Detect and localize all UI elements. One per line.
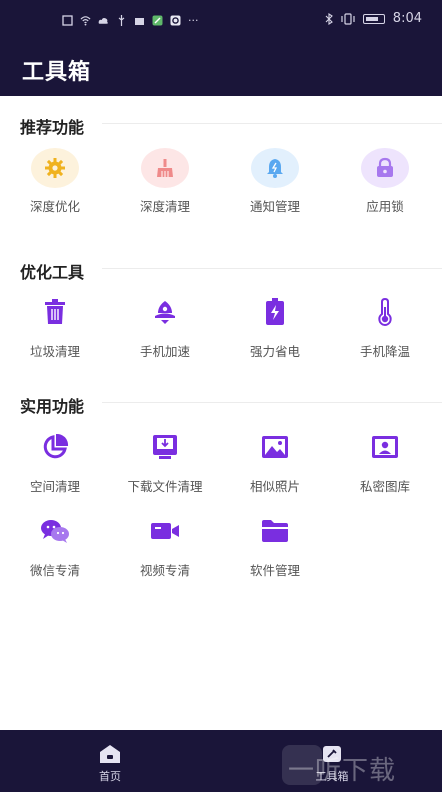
tool-label: 手机加速 — [139, 344, 190, 359]
folder-icon — [250, 510, 300, 552]
camera-status-icon — [170, 15, 181, 25]
tool-notification-manage[interactable]: 通知管理 — [220, 148, 330, 215]
broom-icon — [141, 148, 189, 188]
lock-icon — [361, 148, 409, 188]
tool-label: 应用锁 — [366, 199, 404, 214]
tool-space-clean[interactable]: 空间清理 — [0, 426, 110, 495]
tool-label: 强力省电 — [249, 344, 300, 359]
tool-label: 通知管理 — [249, 199, 300, 214]
battery-bolt-icon — [250, 291, 300, 333]
tool-download-clean[interactable]: 下载文件清理 — [110, 426, 220, 495]
tool-private-gallery[interactable]: 私密图库 — [330, 426, 440, 495]
notification-icon — [62, 14, 73, 26]
tool-label: 深度清理 — [139, 199, 190, 214]
cloud-icon — [98, 17, 108, 24]
rocket-icon — [140, 291, 190, 333]
status-icons-right: 8:04 — [325, 11, 422, 26]
tool-deep-clean[interactable]: 深度清理 — [110, 148, 220, 215]
download-icon — [140, 426, 190, 468]
bell-icon — [251, 148, 299, 188]
section-divider — [102, 123, 442, 124]
section-divider — [102, 268, 442, 269]
tool-power-save[interactable]: 强力省电 — [220, 291, 330, 360]
usb-icon — [118, 14, 125, 26]
tool-deep-optimize[interactable]: 深度优化 — [0, 148, 110, 215]
app-header: 工具箱 — [0, 40, 442, 96]
tool-label: 手机降温 — [359, 344, 410, 359]
status-time: 8:04 — [392, 11, 422, 26]
tool-junk-clean[interactable]: 垃圾清理 — [0, 291, 110, 360]
pie-chart-icon — [30, 426, 80, 468]
tool-similar-photos[interactable]: 相似照片 — [220, 426, 330, 495]
tool-video-clean[interactable]: 视频专清 — [110, 510, 220, 579]
thermometer-icon — [360, 291, 410, 333]
vibrate-icon — [341, 12, 355, 25]
battery-icon — [362, 13, 385, 24]
section-divider — [102, 402, 442, 403]
tool-label: 视频专清 — [139, 563, 190, 578]
photo-icon — [250, 426, 300, 468]
status-bar: ··· 8:04 — [0, 0, 442, 40]
section-title-utility: 实用功能 — [20, 397, 85, 416]
nav-home[interactable]: 首页 — [70, 744, 150, 784]
trash-icon — [30, 291, 80, 333]
app-status-icon — [152, 15, 163, 25]
status-icons-left: ··· — [62, 12, 199, 28]
home-icon — [100, 745, 120, 763]
tool-label: 深度优化 — [29, 199, 80, 214]
tool-app-manage[interactable]: 软件管理 — [220, 510, 330, 579]
bluetooth-icon — [325, 12, 333, 25]
tool-label: 下载文件清理 — [127, 479, 203, 494]
tool-label: 空间清理 — [29, 479, 80, 494]
tool-label: 相似照片 — [249, 479, 300, 494]
folder-status-icon — [135, 17, 144, 25]
watermark-text: 一听下载 — [288, 756, 397, 786]
tool-wechat-clean[interactable]: 微信专清 — [0, 510, 110, 579]
nav-home-label: 首页 — [99, 770, 121, 783]
tool-app-lock[interactable]: 应用锁 — [330, 148, 440, 215]
tool-label: 微信专清 — [29, 563, 80, 578]
tool-phone-cool[interactable]: 手机降温 — [330, 291, 440, 360]
wifi-icon — [80, 15, 91, 26]
private-gallery-icon — [360, 426, 410, 468]
tool-label: 软件管理 — [249, 563, 300, 578]
main-content[interactable]: 推荐功能 深度优化 深度清理 通知管理 应用锁 优化工具 垃圾清理 手机加速 强… — [0, 96, 442, 730]
tool-phone-boost[interactable]: 手机加速 — [110, 291, 220, 360]
more-status-icon: ··· — [188, 13, 199, 27]
wechat-icon — [30, 510, 80, 552]
page-title: 工具箱 — [22, 60, 92, 85]
section-title-optimize: 优化工具 — [20, 263, 85, 282]
gear-icon — [31, 148, 79, 188]
tool-label: 垃圾清理 — [29, 344, 80, 359]
section-title-recommended: 推荐功能 — [20, 118, 85, 137]
video-icon — [140, 510, 190, 552]
tool-label: 私密图库 — [359, 479, 410, 494]
